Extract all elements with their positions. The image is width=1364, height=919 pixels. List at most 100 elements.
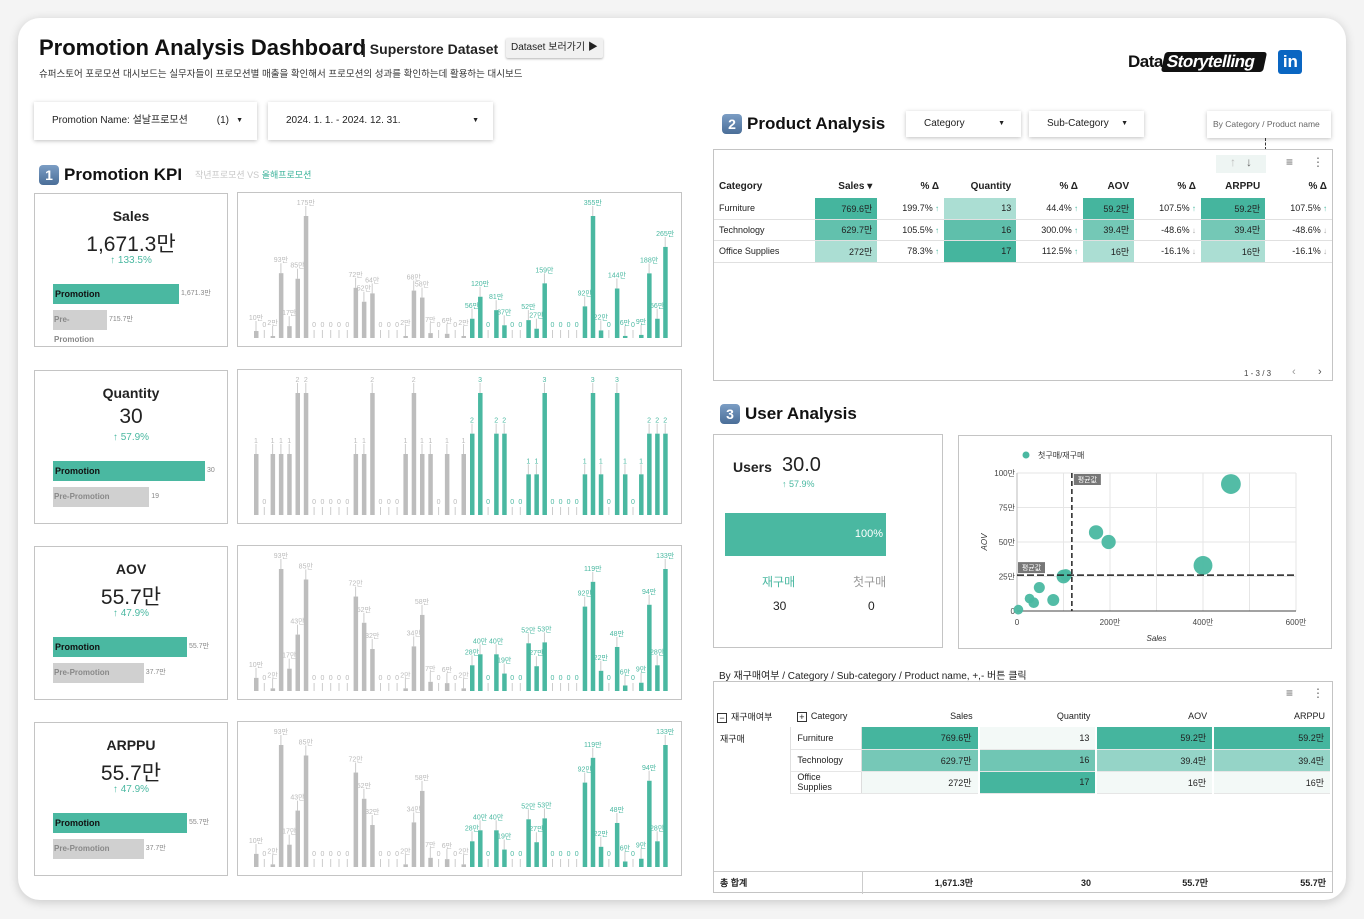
next-page-icon[interactable]: › xyxy=(1318,366,1322,378)
column-header[interactable]: Category xyxy=(714,176,815,198)
category-header[interactable]: + Category xyxy=(791,705,862,727)
table-cell: 16만 xyxy=(1083,240,1135,263)
bar-pre-21 xyxy=(428,333,433,338)
scatter-point-3[interactable] xyxy=(1101,534,1116,550)
daily-bar-chart: 1011122000001120001211010123022001130000… xyxy=(237,369,682,524)
first-value: 0 xyxy=(868,599,875,613)
table-cell: Furniture xyxy=(790,727,863,750)
table-cell: 39.4만 xyxy=(1096,749,1215,772)
more-options-icon[interactable]: ⋮ xyxy=(1312,155,1324,169)
table-row[interactable]: 재구매 Furniture 769.6만 13 59.2만 59.2만 xyxy=(714,727,1332,750)
bar-value-label: 52만 xyxy=(521,801,536,810)
promotion-bar-value: 55.7만 xyxy=(189,819,210,826)
column-header[interactable]: Quantity xyxy=(979,705,1097,727)
table-row[interactable]: Technology 629.7만 105.5% ↑ 16 300.0% ↑ 39.4만 -… xyxy=(714,219,1332,241)
sort-up-icon[interactable]: ↑ xyxy=(1230,155,1236,169)
linkedin-icon[interactable]: in xyxy=(1278,50,1303,74)
bar-value-label: 0 xyxy=(631,851,635,858)
bar-value-label: 0 xyxy=(551,851,555,858)
category-dropdown[interactable]: Category ▼ xyxy=(906,111,1021,137)
table-row[interactable]: Office Supplies 272만 17 16만 16만 xyxy=(714,771,1332,794)
arrow-up-icon: ↑ xyxy=(1071,204,1078,213)
column-header[interactable]: ARPPU xyxy=(1213,705,1331,727)
date-range-filter[interactable]: 2024. 1. 1. - 2024. 12. 31. ▼ xyxy=(268,102,493,140)
column-header[interactable]: AOV xyxy=(1096,705,1213,727)
bar-promo-22 xyxy=(647,433,652,515)
scatter-point-6[interactable] xyxy=(1033,582,1045,594)
scatter-point-2[interactable] xyxy=(1088,525,1104,540)
column-header[interactable]: ARPPU xyxy=(1201,176,1265,198)
table-row[interactable]: Technology 629.7만 16 39.4만 39.4만 xyxy=(714,749,1332,772)
pre-promotion-bar: Pre-Promotion xyxy=(53,310,107,344)
column-header[interactable]: % Δ xyxy=(877,176,944,198)
scatter-point-0[interactable] xyxy=(1221,474,1241,494)
subcategory-dropdown[interactable]: Sub-Category ▼ xyxy=(1029,111,1144,137)
filter-icon[interactable]: ≡ xyxy=(1286,155,1293,169)
bar-value-label: 93만 xyxy=(274,255,289,264)
bar-value-label: 0 xyxy=(518,675,522,682)
scatter-point-1[interactable] xyxy=(1193,556,1213,575)
sort-down-icon[interactable]: ↓ xyxy=(1246,155,1252,169)
bar-value-label: 7만 xyxy=(425,840,436,849)
expand-icon[interactable]: + xyxy=(796,711,807,722)
number-badge: 3 xyxy=(720,404,740,424)
table-row[interactable]: Office Supplies 272만 78.3% ↑ 17 112.5% ↑ 16만 -… xyxy=(714,240,1332,263)
bar-pre-23 xyxy=(444,454,450,515)
bar-value-label: 2 xyxy=(370,377,374,384)
column-header[interactable]: Sales xyxy=(862,705,979,727)
bar-value-label: 1 xyxy=(279,438,283,445)
bar-value-label: 10만 xyxy=(249,836,264,845)
bar-value-label: 6만 xyxy=(620,667,631,676)
column-header[interactable]: Quantity xyxy=(944,176,1016,198)
table-cell: 272만 xyxy=(814,240,878,263)
column-header[interactable]: Sales ▾ xyxy=(815,176,878,198)
column-header[interactable]: AOV xyxy=(1083,176,1134,198)
bar-value-label: 19만 xyxy=(497,832,512,841)
bar-value-label: 17만 xyxy=(282,651,297,660)
bar-pre-5 xyxy=(295,810,300,867)
bar-value-label: 0 xyxy=(551,499,555,506)
bar-pre-23 xyxy=(444,333,450,338)
filter-icon[interactable]: ≡ xyxy=(1286,686,1293,700)
column-header[interactable]: % Δ xyxy=(1265,176,1332,198)
bar-value-label: 2 xyxy=(663,418,667,425)
bar-value-label: 40만 xyxy=(489,636,504,645)
total-label: 총 합계 xyxy=(714,871,863,894)
scatter-point-9[interactable] xyxy=(1028,597,1040,609)
scatter-point-10[interactable] xyxy=(1013,604,1024,615)
bar-pre-25 xyxy=(461,688,466,691)
table-cell: 59.2만 xyxy=(1096,727,1215,750)
bar-value-label: 40만 xyxy=(473,812,488,821)
cell-value: 300.0% xyxy=(1041,224,1072,235)
bar-value-label: 0 xyxy=(262,499,266,506)
collapse-icon[interactable]: − xyxy=(717,712,727,723)
bar-pre-6 xyxy=(303,579,309,691)
bar-value-label: 0 xyxy=(345,675,349,682)
bar-promo-0 xyxy=(470,433,475,515)
bar-pre-14 xyxy=(370,649,375,691)
bar-promo-18 xyxy=(614,822,620,867)
column-header[interactable]: % Δ xyxy=(1134,176,1201,198)
more-options-icon[interactable]: ⋮ xyxy=(1312,686,1324,700)
bar-promo-22 xyxy=(647,604,652,691)
promotion-name-filter[interactable]: Promotion Name: 설날프로모션 (1) ▼ xyxy=(34,102,257,140)
bar-promo-16 xyxy=(598,474,604,515)
table-row[interactable]: Furniture 769.6만 199.7% ↑ 13 44.4% ↑ 59.2만 107… xyxy=(714,197,1332,220)
group-header[interactable]: − 재구매여부 xyxy=(714,705,791,727)
bar-promo-14 xyxy=(582,306,588,338)
bar-value-label: 28만 xyxy=(650,647,665,656)
bar-pre-5 xyxy=(295,393,300,515)
bar-value-label: 1 xyxy=(362,438,366,445)
bar-value-label: 0 xyxy=(559,322,563,329)
dataset-link-button[interactable]: Dataset 보러가기 ▶ xyxy=(506,38,603,58)
column-header[interactable]: % Δ xyxy=(1016,176,1083,198)
scatter-point-7[interactable] xyxy=(1047,593,1060,606)
cell-value: 199.7% xyxy=(902,203,933,213)
bar-promo-21 xyxy=(639,334,644,338)
bar-promo-23 xyxy=(655,665,660,691)
bar-pre-18 xyxy=(403,688,408,691)
bar-value-label: 0 xyxy=(607,675,611,682)
prev-page-icon[interactable]: ‹ xyxy=(1292,366,1296,378)
view-by-button[interactable]: By Category / Product name xyxy=(1207,111,1331,138)
bar-value-label: 0 xyxy=(575,499,579,506)
